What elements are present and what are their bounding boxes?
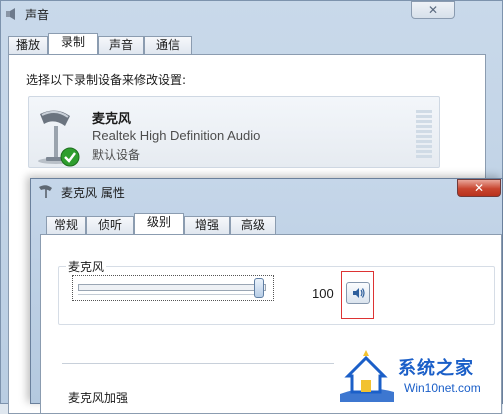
recording-instruction: 选择以下录制设备来修改设置:	[26, 73, 187, 87]
tab-sounds[interactable]: 声音	[98, 36, 144, 54]
microphone-level-label: 麦克风	[66, 258, 107, 275]
microphone-level-slider-track[interactable]	[78, 284, 266, 291]
speaker-volume-icon	[353, 288, 365, 298]
microphone-level-value: 100	[312, 286, 334, 301]
device-name: 麦克风	[92, 112, 132, 127]
watermark-brand: 系统之家	[398, 358, 474, 379]
tab-recording[interactable]: 录制	[48, 33, 98, 54]
tab-advanced[interactable]: 高级	[230, 216, 276, 234]
tab-enhancements[interactable]: 增强	[184, 216, 230, 234]
microphone-boost-label: 麦克风加强	[68, 391, 129, 405]
green-check-icon	[60, 147, 80, 167]
tab-playback[interactable]: 播放	[8, 36, 48, 54]
watermark-logo	[340, 350, 394, 402]
microphone-level-slider-thumb[interactable]	[254, 278, 264, 298]
slider-ticks	[78, 294, 264, 295]
device-driver: Realtek High Definition Audio	[92, 128, 261, 143]
tab-general[interactable]: 常规	[46, 216, 86, 234]
mute-button[interactable]	[346, 282, 370, 304]
tab-listen[interactable]: 侦听	[86, 216, 134, 234]
section-divider	[62, 363, 334, 364]
tab-levels[interactable]: 级别	[134, 213, 184, 234]
watermark-site: Win10net.com	[404, 381, 481, 395]
tab-communications[interactable]: 通信	[144, 36, 192, 54]
level-meter	[416, 110, 432, 162]
device-status: 默认设备	[92, 148, 141, 162]
